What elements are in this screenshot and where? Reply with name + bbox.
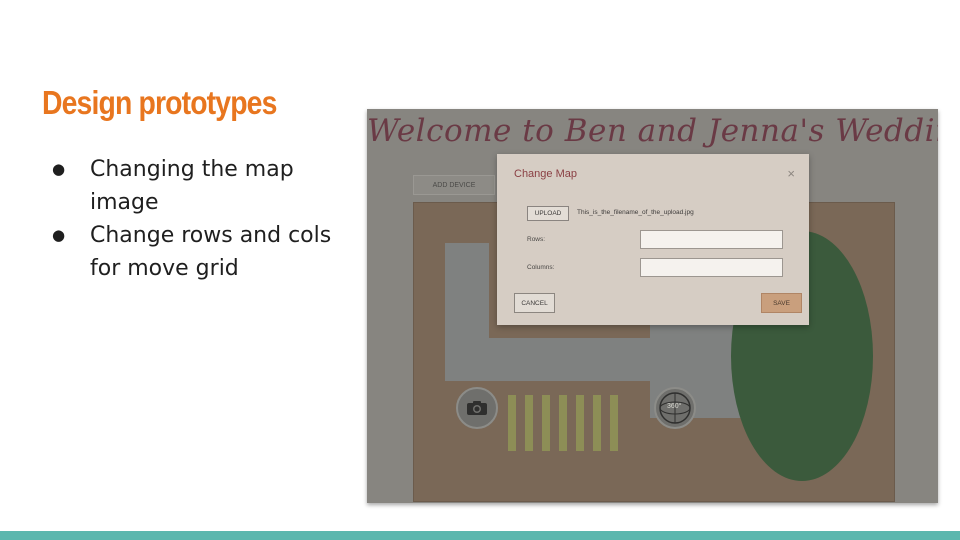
footer-bar — [0, 531, 960, 540]
save-button[interactable]: SAVE — [761, 293, 802, 313]
bullet-item: ● Change rows and cols for move grid — [52, 219, 342, 285]
camera-icon[interactable] — [456, 387, 498, 429]
upload-filename: This_is_the_filename_of_the_upload.jpg — [577, 209, 694, 216]
wedding-heading: Welcome to Ben and Jenna's Wedding — [367, 113, 938, 149]
slide-title: Design prototypes — [42, 84, 277, 121]
rows-input[interactable] — [640, 230, 783, 249]
close-icon[interactable]: × — [787, 166, 795, 181]
bullet-item: ● Changing the map image — [52, 153, 342, 219]
seating-row — [593, 395, 601, 451]
panorama-360-icon[interactable]: 360° — [654, 387, 696, 429]
bullet-dot-icon: ● — [52, 160, 66, 178]
seating-row — [525, 395, 533, 451]
seating-row — [559, 395, 567, 451]
bullet-text: Change rows and cols for move grid — [90, 223, 332, 281]
seating-row — [508, 395, 516, 451]
icon-360-label: 360° — [667, 403, 682, 410]
seating-row — [610, 395, 618, 451]
rows-label: Rows: — [527, 236, 546, 243]
dialog-title: Change Map — [514, 168, 577, 180]
change-map-dialog: Change Map × UPLOAD This_is_the_filename… — [497, 154, 809, 325]
bullet-text: Changing the map image — [90, 157, 294, 215]
prototype-screenshot: Welcome to Ben and Jenna's Wedding ADD D… — [367, 109, 938, 503]
upload-button[interactable]: UPLOAD — [527, 206, 569, 221]
cancel-button[interactable]: CANCEL — [514, 293, 555, 313]
columns-input[interactable] — [640, 258, 783, 277]
seating-row — [576, 395, 584, 451]
seating-row — [542, 395, 550, 451]
add-device-button[interactable]: ADD DEVICE — [413, 175, 495, 195]
bullet-list: ● Changing the map image ● Change rows a… — [52, 153, 342, 285]
columns-label: Columns: — [527, 264, 555, 271]
bullet-dot-icon: ● — [52, 226, 66, 244]
